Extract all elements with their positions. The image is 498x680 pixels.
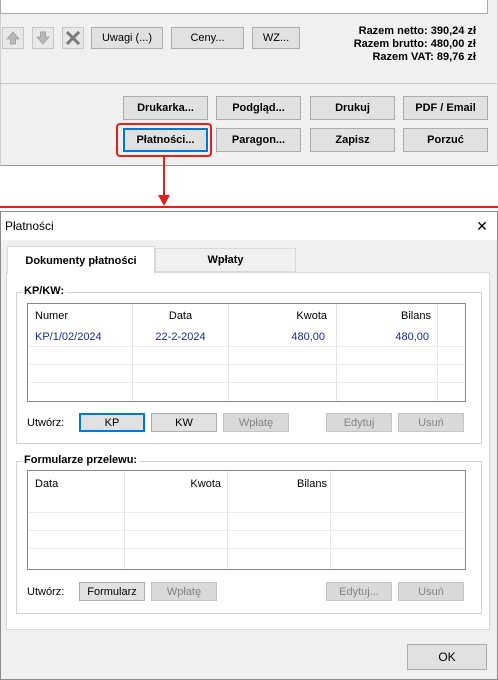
wplate-button-transfer[interactable]: Wpłatę xyxy=(151,582,217,601)
row-divider xyxy=(28,512,465,513)
transfer-legend: Formularze przelewu: xyxy=(22,454,140,466)
col-header-numer[interactable]: Numer xyxy=(35,310,68,322)
tab-dokumenty-platnosci[interactable]: Dokumenty płatności xyxy=(7,246,155,274)
platnosci-button[interactable]: Płatności... xyxy=(123,128,208,152)
cell-kwota: 480,00 xyxy=(291,331,325,343)
kw-button[interactable]: KW xyxy=(151,413,217,432)
tab-wplaty-label: Wpłaty xyxy=(207,254,244,266)
row-divider xyxy=(28,346,465,347)
uwagi-button[interactable]: Uwagi (...) xyxy=(91,27,163,49)
ok-button[interactable]: OK xyxy=(407,644,487,670)
row-divider xyxy=(28,364,465,365)
pdf-email-button[interactable]: PDF / Email xyxy=(403,96,488,120)
col-header-kwota[interactable]: Kwota xyxy=(125,478,221,490)
arrow-down-icon xyxy=(36,31,50,45)
razem-vat: Razem VAT: 89,76 zł xyxy=(372,51,476,63)
x-delete-icon xyxy=(65,30,81,46)
kpkw-legend: KP/KW: xyxy=(22,285,67,297)
razem-netto: Razem netto: 390,24 zł xyxy=(358,25,476,37)
zapisz-button[interactable]: Zapisz xyxy=(310,128,395,152)
podglad-button[interactable]: Podgląd... xyxy=(216,96,301,120)
formularz-button[interactable]: Formularz xyxy=(79,582,145,601)
col-header-bilans[interactable]: Bilans xyxy=(337,310,431,322)
kpkw-create-label: Utwórz: xyxy=(27,417,65,429)
move-down-button[interactable] xyxy=(32,27,54,49)
col-header-data[interactable]: Data xyxy=(133,310,228,322)
kp-button[interactable]: KP xyxy=(79,413,145,432)
razem-brutto: Razem brutto: 480,00 zł xyxy=(353,38,476,50)
drukarka-button[interactable]: Drukarka... xyxy=(123,96,208,120)
row-divider xyxy=(28,530,465,531)
usun-button-kp[interactable]: Usuń xyxy=(398,413,464,432)
row-divider xyxy=(28,382,465,383)
edytuj-button-kp[interactable]: Edytuj xyxy=(326,413,392,432)
delete-button[interactable] xyxy=(62,27,84,49)
row-divider xyxy=(28,548,465,549)
porzuc-button[interactable]: Porzuć xyxy=(403,128,488,152)
cell-bilans: 480,00 xyxy=(395,331,429,343)
arrow-up-icon xyxy=(6,31,20,45)
wplate-button-kp[interactable]: Wpłatę xyxy=(223,413,289,432)
cell-numer: KP/1/02/2024 xyxy=(35,331,102,343)
ceny-button[interactable]: Ceny... xyxy=(171,27,244,49)
drukuj-button[interactable]: Drukuj xyxy=(310,96,395,120)
edytuj-button-transfer[interactable]: Edytuj... xyxy=(326,582,392,601)
cell-data: 22-2-2024 xyxy=(155,331,206,343)
tab-dokumenty-label: Dokumenty płatności xyxy=(25,254,137,267)
move-up-button[interactable] xyxy=(2,27,24,49)
paragon-button[interactable]: Paragon... xyxy=(216,128,301,152)
dialog-titlebar xyxy=(1,212,497,240)
usun-button-transfer[interactable]: Usuń xyxy=(398,582,464,601)
separator-line xyxy=(0,83,498,84)
col-header-data[interactable]: Data xyxy=(35,478,58,490)
col-divider xyxy=(437,304,438,401)
tab-wplaty[interactable]: Wpłaty xyxy=(155,248,296,272)
parent-list-bottom xyxy=(0,0,488,14)
col-divider xyxy=(330,471,331,569)
dialog-title: Płatności xyxy=(5,219,54,233)
close-icon[interactable]: ✕ xyxy=(470,216,494,236)
col-header-bilans[interactable]: Bilans xyxy=(228,478,327,490)
col-header-kwota[interactable]: Kwota xyxy=(229,310,327,322)
transfer-create-label: Utwórz: xyxy=(27,586,65,598)
wz-button[interactable]: WZ... xyxy=(252,27,300,49)
annotation-arrow-icon xyxy=(0,157,498,208)
